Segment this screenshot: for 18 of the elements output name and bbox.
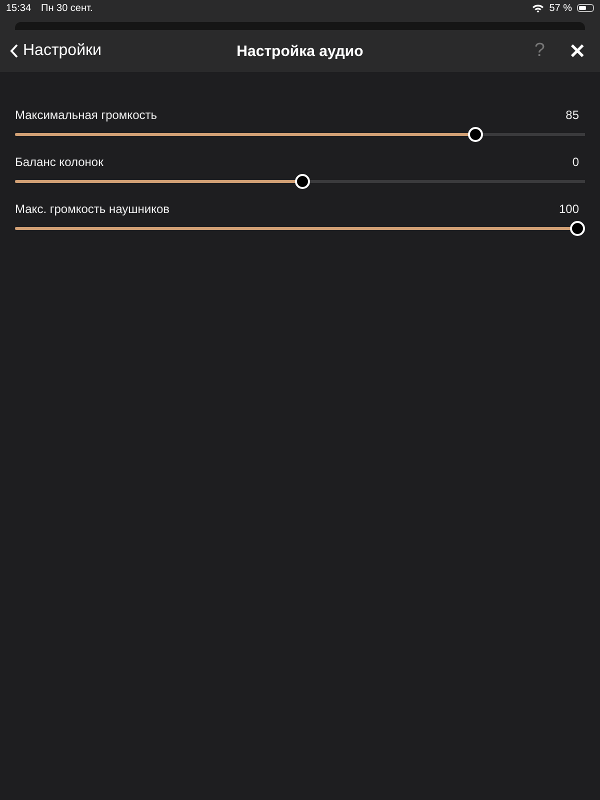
battery-icon bbox=[577, 4, 594, 12]
battery-percent: 57 % bbox=[549, 2, 572, 14]
slider-value: 100 bbox=[558, 202, 579, 216]
slider-thumb[interactable] bbox=[295, 174, 310, 189]
slider-label: Баланс колонок bbox=[15, 155, 104, 169]
slider-thumb[interactable] bbox=[468, 127, 483, 142]
slider-thumb[interactable] bbox=[570, 221, 585, 236]
back-button[interactable]: Настройки bbox=[10, 42, 102, 60]
slider-label: Максимальная громкость bbox=[15, 108, 157, 122]
close-button[interactable]: ✕ bbox=[569, 38, 586, 64]
screen-title: Настройка аудио bbox=[236, 42, 364, 60]
chevron-left-icon bbox=[10, 44, 18, 58]
wifi-icon bbox=[532, 4, 544, 12]
slider-value: 0 bbox=[572, 155, 579, 169]
slider-label: Макс. громкость наушников bbox=[15, 202, 170, 216]
status-time: 15:34 bbox=[6, 2, 32, 14]
slider-value: 85 bbox=[566, 108, 579, 122]
status-date: Пн 30 сент. bbox=[41, 2, 93, 14]
